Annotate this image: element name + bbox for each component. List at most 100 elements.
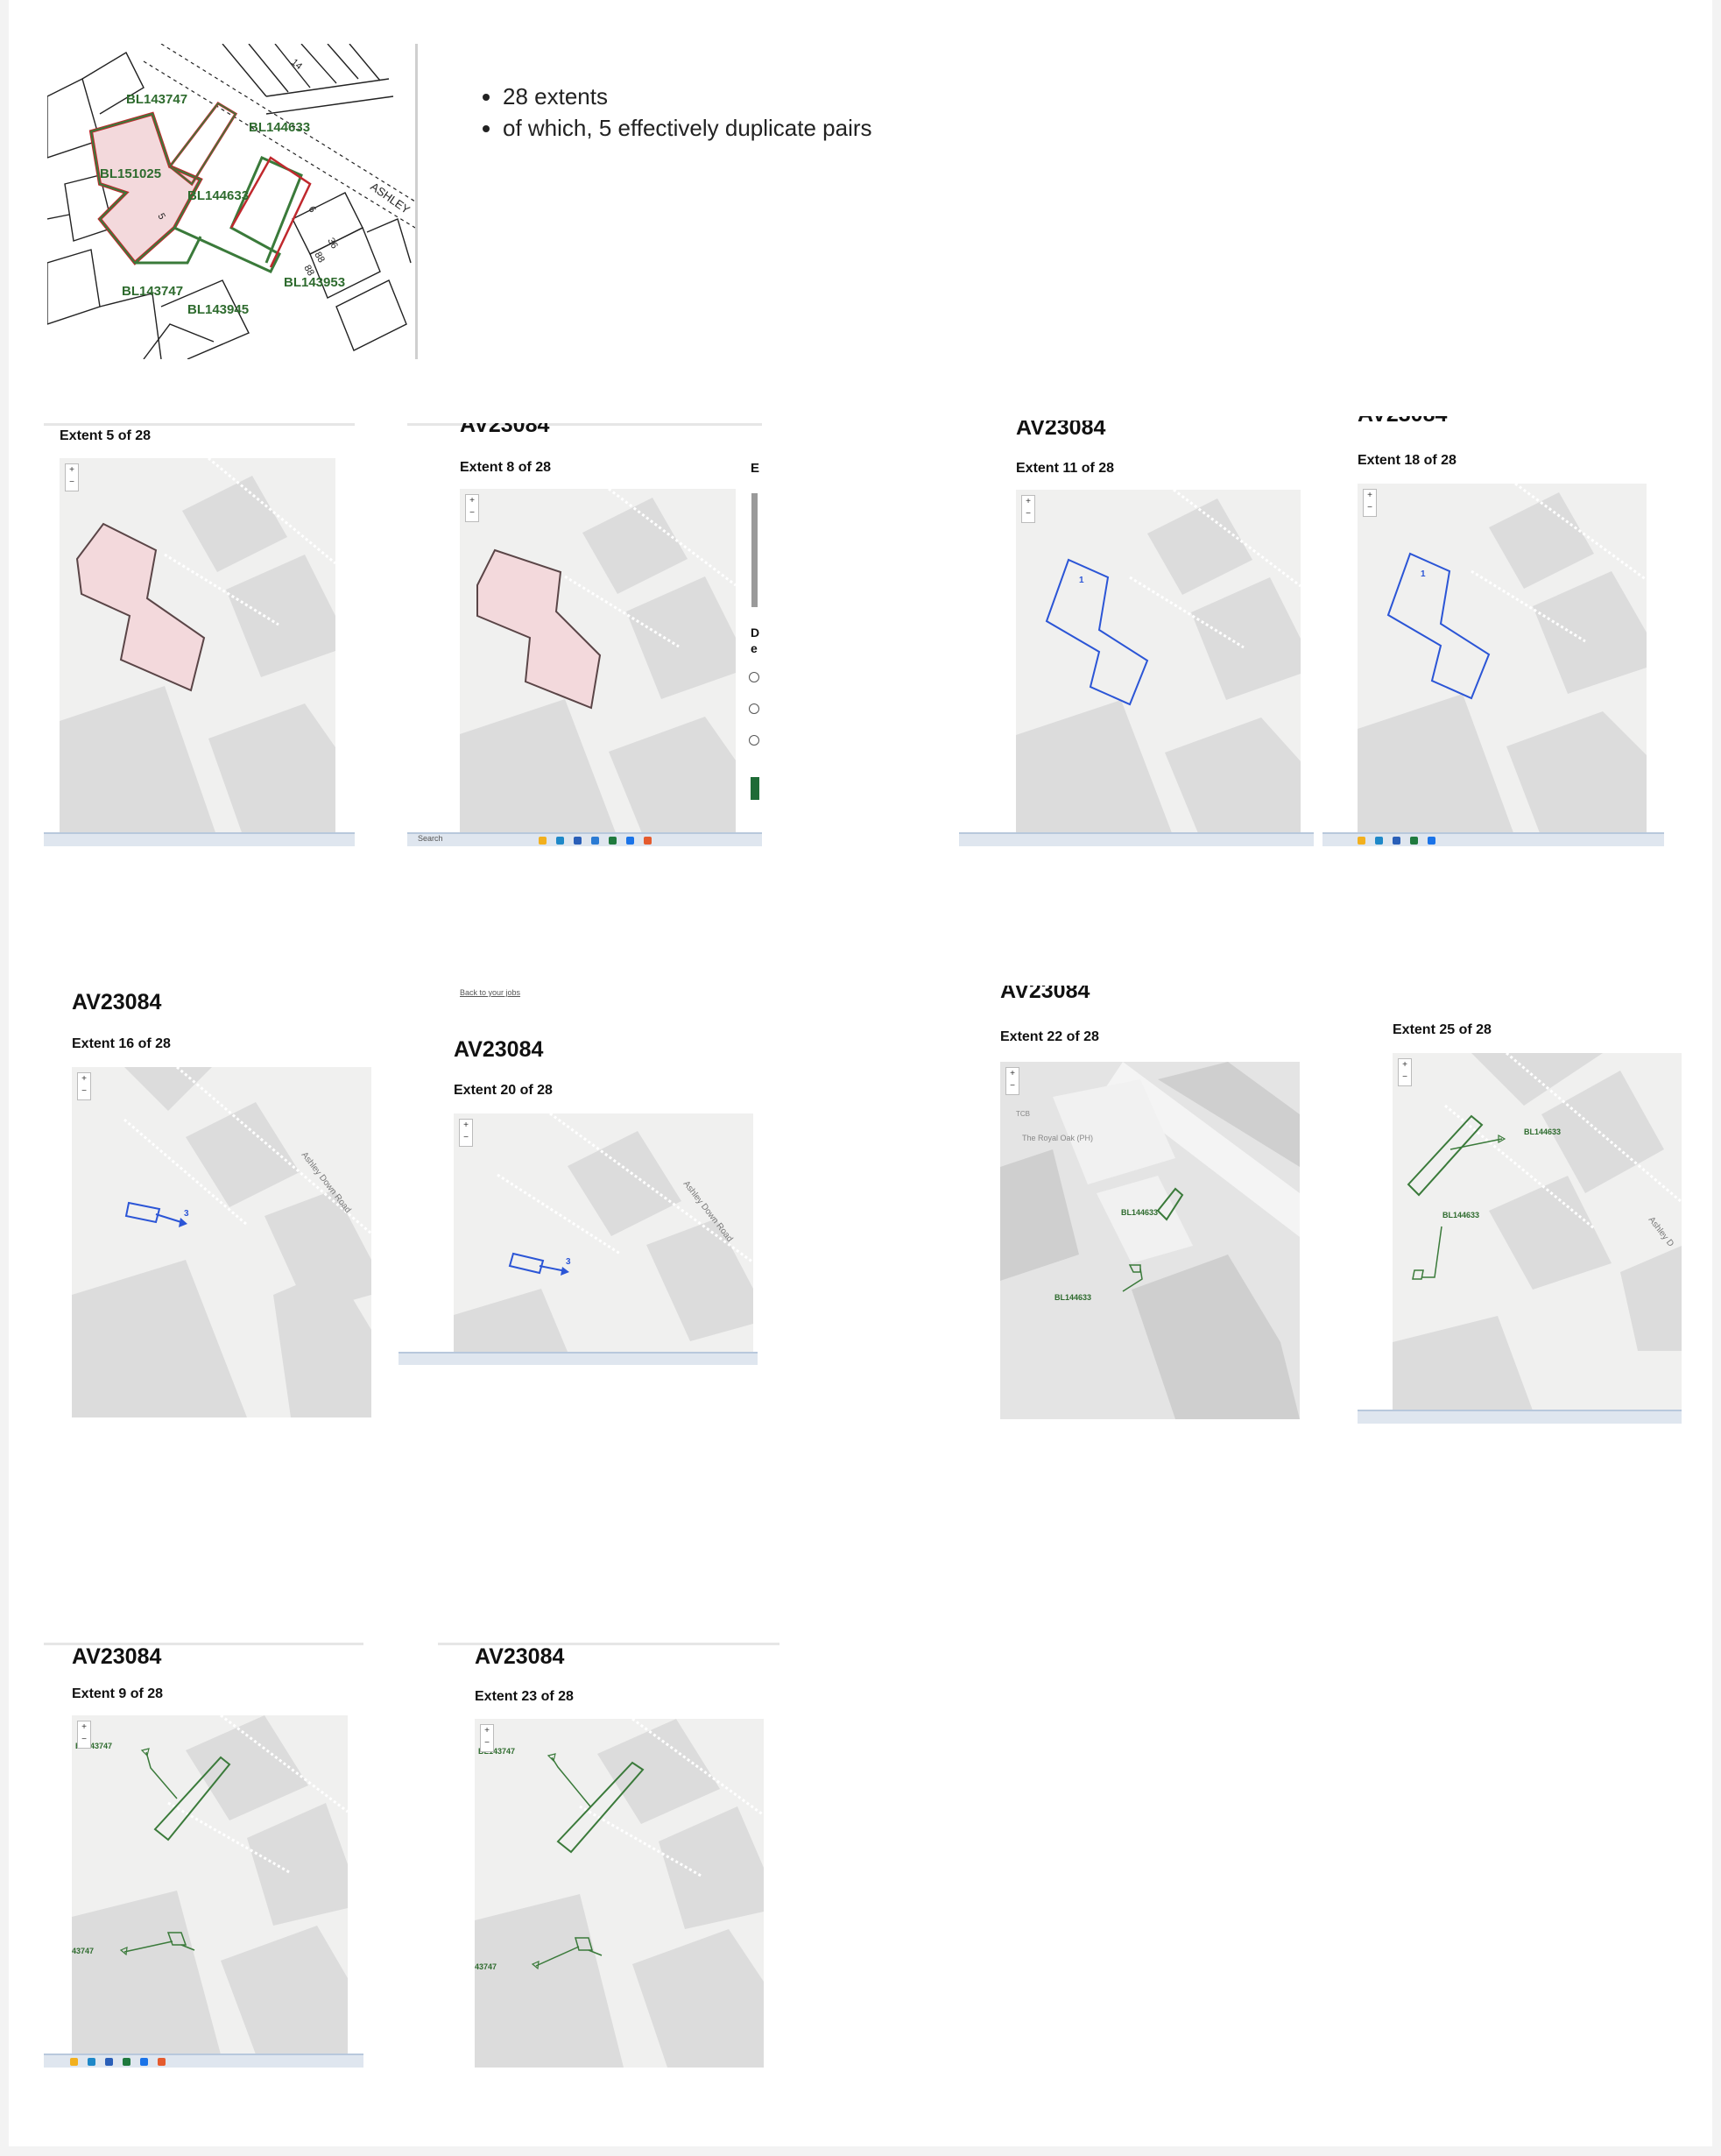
extent-label: Extent 8 of 28 [460,460,552,475]
zoom-control[interactable]: + − [1021,495,1035,523]
extent-label: Extent 16 of 28 [72,1036,171,1051]
map-view[interactable]: + − 1 [1358,484,1647,838]
zoom-control[interactable]: + − [65,463,79,491]
job-heading: AV23084 [1358,416,1447,428]
polygon-label: 1 [1421,569,1426,579]
zoom-control[interactable]: + − [459,1119,473,1147]
browser-icon[interactable] [644,837,652,845]
screenshot-extent-5: Extent 5 of 28 + − [44,423,355,846]
job-heading: AV23084 [460,423,550,437]
page: BL143747 BL144633 BL151025 BL144633 BL14… [9,0,1712,2146]
zoom-control[interactable]: + − [1005,1067,1019,1095]
taskbar [959,832,1314,846]
map-view[interactable]: + − [60,458,335,838]
polygon-label: 3 [184,1209,189,1219]
browser-icon[interactable] [158,2058,166,2066]
extent-label: Extent 11 of 28 [1016,461,1115,476]
screenshot-extent-16: AV23084 Extent 16 of 28 + − Ashley Down R… [61,988,385,1426]
zoom-control[interactable]: + − [77,1721,91,1749]
chrome-icon[interactable] [626,837,634,845]
excel-icon[interactable] [1410,837,1418,845]
overview-label-bl151025: BL151025 [100,166,161,181]
taskbar [44,2054,363,2068]
overview-label-bl143747-bottom: BL143747 [122,284,183,299]
map-view[interactable]: + − [460,489,736,838]
edge-icon[interactable] [88,2058,95,2066]
job-heading: AV23084 [475,1644,565,1669]
road-label: Ashley D [1647,1215,1675,1248]
map-view[interactable]: + − BL143747 43747 [72,1715,348,2054]
screenshot-extent-9: AV23084 Extent 9 of 28 + − BL143747 43747 [44,1643,363,2068]
submit-button-edge[interactable] [751,777,759,800]
bullet-extent-count: 28 extents [503,81,872,112]
radio-option[interactable] [749,672,759,682]
taskbar [1322,832,1664,846]
screenshot-extent-20: Back to your jobs AV23084 Extent 20 of 2… [399,988,758,1365]
map-view[interactable]: + − 1 [1016,490,1301,838]
vscode-icon[interactable] [1393,837,1400,845]
poi-short-label: TCB [1016,1110,1030,1118]
map-view[interactable]: + − BL143747 43747 [475,1719,764,2068]
extent-tag: BL144633 [1054,1293,1091,1302]
zoom-control[interactable]: + − [465,494,479,522]
folder-icon[interactable] [70,2058,78,2066]
polygon-label: 1 [1079,576,1084,585]
excel-icon[interactable] [609,837,617,845]
extent-label: Extent 5 of 28 [60,428,152,443]
chrome-icon[interactable] [1428,837,1435,845]
overview-label-bl143747-top: BL143747 [126,92,187,107]
radio-option[interactable] [749,735,759,746]
map-view[interactable]: + − Ashley Down Road 3 [454,1113,753,1352]
screenshot-extent-11: AV23084 Extent 11 of 28 + − 1 [959,421,1314,846]
edge-icon[interactable] [556,837,564,845]
summary-bullets: 28 extents of which, 5 effectively dupli… [473,81,872,144]
radio-option[interactable] [749,703,759,714]
map-view[interactable]: + − Ashley D BL144633 BL144633 [1393,1053,1682,1410]
extent-label: Extent 23 of 28 [475,1689,574,1704]
extent-tag: 43747 [475,1962,497,1971]
screenshot-extent-8: AV23084 Extent 8 of 28 + − E D e Search [407,423,762,846]
poi-label: The Royal Oak (PH) [1022,1134,1093,1142]
job-heading: AV23084 [454,1037,544,1062]
back-link[interactable]: Back to your jobs [460,988,520,997]
overview-label-bl144633-mid: BL144633 [187,188,249,203]
map-view[interactable]: + − Ashley Down Road 3 [72,1067,371,1417]
job-heading: AV23084 [72,1644,162,1669]
folder-icon[interactable] [539,837,547,845]
polygon-label: 3 [566,1257,571,1267]
vscode-icon[interactable] [105,2058,113,2066]
taskbar-search[interactable]: Search [418,834,443,843]
taskbar [44,832,355,846]
extent-label: Extent 22 of 28 [1000,1029,1099,1044]
side-panel-letter: E [751,461,760,476]
screenshot-extent-22: AV23084 Extent 22 of 28 + − The Royal Oak… [990,986,1305,1428]
word-icon[interactable] [591,837,599,845]
taskbar: Search [407,832,762,846]
title-plan-overview: BL143747 BL144633 BL151025 BL144633 BL14… [47,44,418,359]
extent-label: Extent 9 of 28 [72,1686,164,1701]
taskbar [399,1352,758,1365]
map-view[interactable]: + − The Royal Oak (PH) TCB BL144633 BL144… [1000,1062,1300,1419]
extent-tag: BL144633 [1524,1127,1561,1136]
extent-tag: BL144633 [1442,1211,1479,1219]
job-heading: AV23084 [1000,986,1090,1003]
screenshot-extent-23: AV23084 Extent 23 of 28 + − BL143747 4374… [438,1643,779,2068]
job-heading: AV23084 [1016,421,1106,440]
screenshot-extent-18: AV23084 Extent 18 of 28 +− 1 [1322,416,1664,846]
extent-label: Extent 25 of 28 [1393,1022,1492,1037]
side-panel-scrollbar[interactable] [751,493,758,607]
edge-icon[interactable] [1375,837,1383,845]
excel-icon[interactable] [123,2058,130,2066]
overview-label-bl144633-top: BL144633 [249,120,310,135]
bullet-duplicate-pairs: of which, 5 effectively duplicate pairs [503,112,872,144]
screenshot-extent-25: Extent 25 of 28 + − Ashley D BL144633 BL1… [1358,986,1682,1424]
chrome-icon[interactable] [140,2058,148,2066]
zoom-control[interactable]: + − [480,1724,494,1752]
extent-label: Extent 18 of 28 [1358,453,1457,468]
zoom-control[interactable]: + − [77,1072,91,1100]
folder-icon[interactable] [1358,837,1365,845]
zoom-control[interactable]: + − [1363,489,1377,517]
overview-label-bl143945: BL143945 [187,302,249,317]
vscode-icon[interactable] [574,837,582,845]
zoom-control[interactable]: + − [1398,1058,1412,1086]
